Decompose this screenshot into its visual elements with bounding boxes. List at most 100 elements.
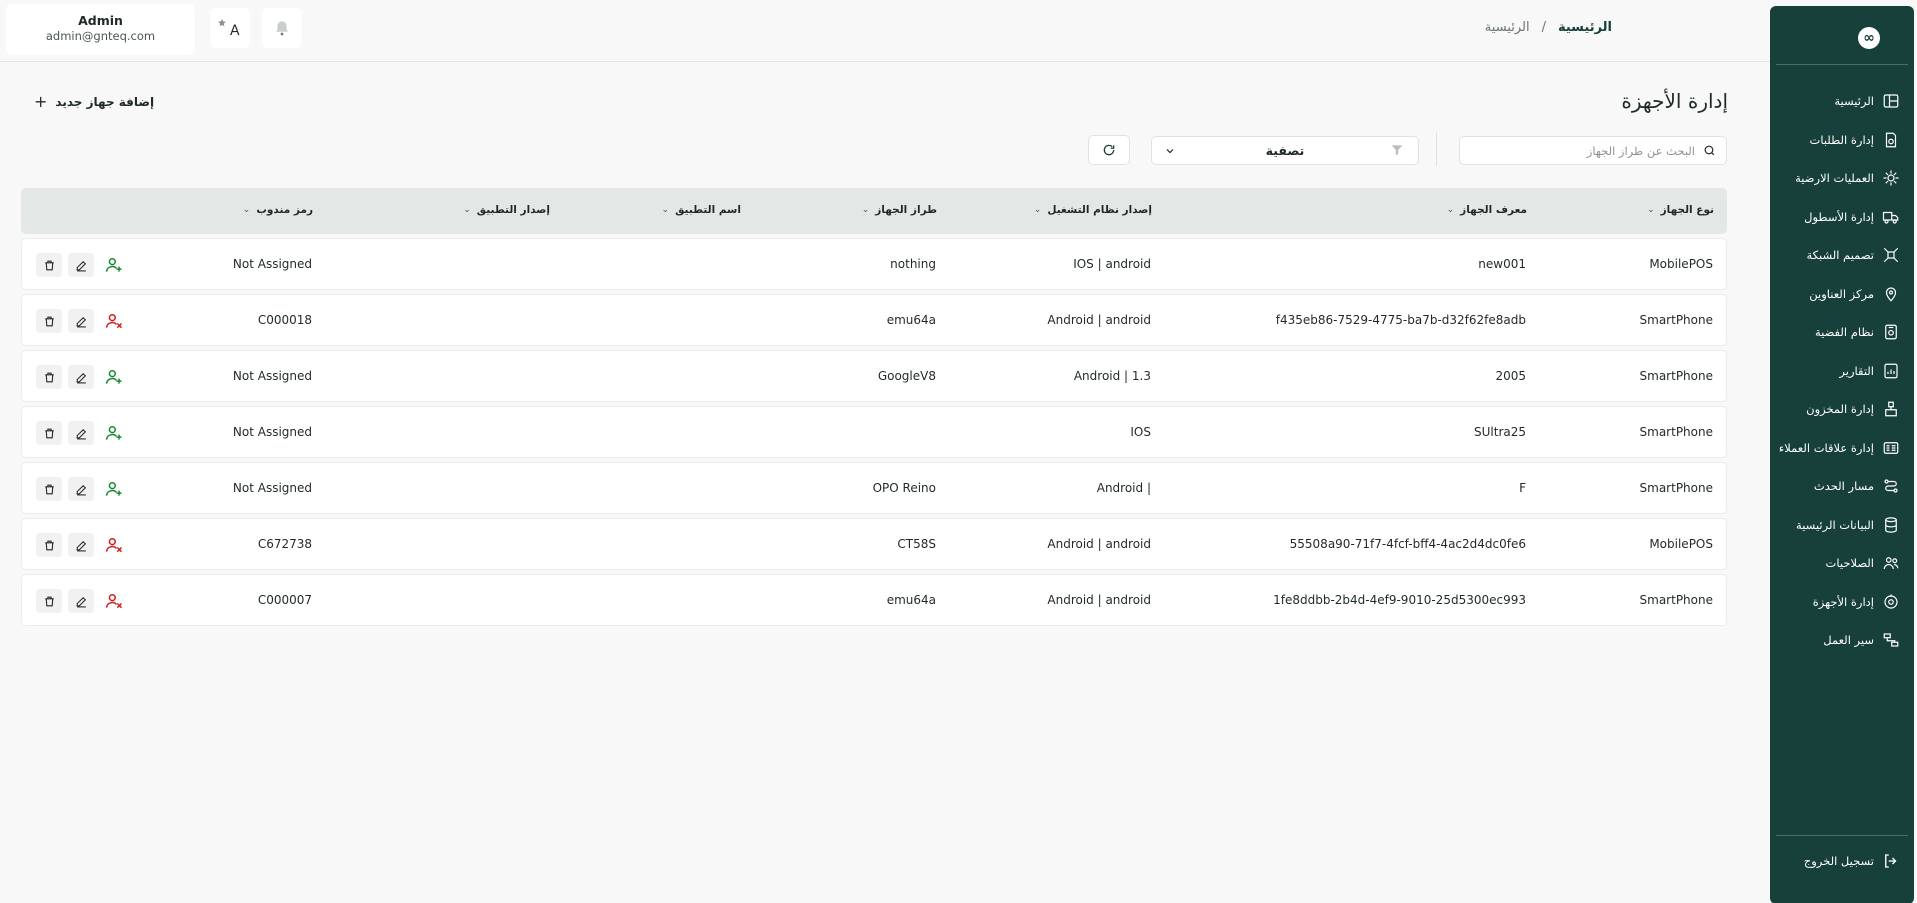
table-row[interactable]: SmartPhone f435eb86-7529-4775-ba7b-d32f62… (21, 294, 1727, 346)
cell-model: OPO Reino (872, 481, 936, 495)
cell-rep: C000007 (257, 593, 312, 607)
sort-chevron-icon: ⌄ (463, 205, 471, 215)
notifications-button[interactable] (262, 8, 302, 48)
report-icon (1884, 363, 1898, 379)
cell-type: SmartPhone (1639, 313, 1713, 327)
table-row[interactable]: SmartPhone F Android | OPO Reino Not Assigne… (21, 462, 1727, 514)
sidebar-item-network[interactable]: تصميم الشبكة (1770, 236, 1914, 275)
assign-rep-button[interactable] (100, 365, 128, 389)
search-icon (1704, 145, 1715, 156)
sidebar-item-truck[interactable]: إدارة الأسطول (1770, 198, 1914, 237)
edit-button[interactable] (68, 421, 94, 445)
row-actions (36, 477, 128, 501)
pencil-icon (76, 260, 86, 271)
edit-button[interactable] (68, 589, 94, 613)
table-row[interactable]: MobilePOS 55508a90-71f7-4fcf-bff4-4ac2d4d… (21, 518, 1727, 570)
pencil-icon (76, 596, 86, 607)
sidebar-item-label: تصميم الشبكة (1806, 248, 1874, 263)
sidebar-item-users[interactable]: الصلاحيات (1770, 544, 1914, 583)
edit-button[interactable] (68, 309, 94, 333)
delete-button[interactable] (36, 365, 62, 389)
assign-user-icon (105, 426, 122, 440)
table-row[interactable]: SmartPhone SUltra25 IOS Not Assigned (21, 406, 1727, 458)
search-input[interactable] (1485, 143, 1695, 158)
column-header[interactable]: رمز مندوب ⌄ (243, 204, 313, 216)
delete-button[interactable] (36, 309, 62, 333)
edit-button[interactable] (68, 533, 94, 557)
unassign-rep-button[interactable] (100, 533, 128, 557)
delete-button[interactable] (36, 533, 62, 557)
sidebar-item-case-system[interactable]: نظام الفضية (1770, 313, 1914, 352)
cell-os: Android | android (1047, 593, 1151, 607)
cell-id: SUltra25 (1474, 425, 1526, 439)
column-header[interactable]: نوع الجهاز ⌄ (1647, 204, 1714, 216)
cell-type: SmartPhone (1639, 481, 1713, 495)
sidebar-item-label: إدارة الطلبات (1809, 132, 1875, 147)
sidebar-item-inventory[interactable]: إدارة المخزون (1770, 390, 1914, 429)
column-header[interactable]: طراز الجهاز ⌄ (862, 204, 937, 216)
cell-rep: Not Assigned (232, 369, 312, 383)
sidebar-item-device[interactable]: إدارة الأجهزة (1770, 583, 1914, 622)
truck-icon (1882, 211, 1899, 224)
delete-button[interactable] (36, 589, 62, 613)
column-header[interactable]: إصدار نظام التشغيل ⌄ (1034, 204, 1152, 216)
language-button[interactable]: A (210, 8, 250, 48)
refresh-button[interactable] (1088, 135, 1130, 165)
logout-button[interactable]: تسجيل الخروج (1770, 846, 1914, 876)
assign-rep-button[interactable] (100, 477, 128, 501)
assign-rep-button[interactable] (100, 421, 128, 445)
breadcrumb-home-link[interactable]: الرئيسية (1485, 20, 1530, 35)
sidebar-item-layout[interactable]: الرئيسية (1770, 82, 1914, 121)
delete-button[interactable] (36, 477, 62, 501)
user-menu[interactable]: Admin admin@gnteq.com (6, 4, 195, 55)
cell-rep: C000018 (257, 313, 312, 327)
sidebar-item-report[interactable]: التقارير (1770, 352, 1914, 391)
column-header[interactable]: إصدار التطبيق ⌄ (463, 204, 550, 216)
edit-button[interactable] (68, 253, 94, 277)
breadcrumb-current: الرئيسية (1557, 20, 1612, 35)
cell-id: f435eb86-7529-4775-ba7b-d32f62fe8adb (1275, 313, 1526, 327)
filter-dropdown[interactable]: تصفية (1151, 136, 1419, 165)
edit-button[interactable] (68, 365, 94, 389)
assign-user-icon (105, 482, 122, 496)
edit-button[interactable] (68, 477, 94, 501)
column-header-label: نوع الجهاز (1660, 204, 1714, 216)
add-device-label: إضافة جهاز جديد (55, 94, 155, 109)
crm-icon (1883, 441, 1899, 454)
delete-button[interactable] (36, 421, 62, 445)
sidebar-item-label: التقارير (1839, 363, 1874, 378)
table-header: نوع الجهاز ⌄ معرف الجهاز ⌄ إصدار نظام التشغي… (21, 188, 1727, 234)
row-actions (36, 309, 128, 333)
logout-label: تسجيل الخروج (1803, 854, 1874, 868)
assign-rep-button[interactable] (100, 253, 128, 277)
row-actions (36, 589, 128, 613)
column-header[interactable]: اسم التطبيق ⌄ (662, 204, 741, 216)
top-header: Admin admin@gnteq.com A الرئيسية / الرئي… (0, 0, 1770, 62)
column-header-label: إصدار نظام التشغيل (1047, 204, 1152, 216)
unassign-rep-button[interactable] (100, 589, 128, 613)
sidebar-item-workflow[interactable]: سير العمل (1770, 621, 1914, 660)
unassign-rep-button[interactable] (100, 309, 128, 333)
table-row[interactable]: MobilePOS new001 IOS | android nothing Not A… (21, 238, 1727, 290)
column-header-label: إصدار التطبيق (476, 204, 550, 216)
sort-chevron-icon: ⌄ (661, 205, 670, 215)
sidebar-item-ground-operations[interactable]: العمليات الارضية (1770, 159, 1914, 198)
sidebar-item-database[interactable]: البيانات الرئيسية (1770, 506, 1914, 545)
table-row[interactable]: SmartPhone 1fe8ddbb-2b4d-4ef9-9010-25d530… (21, 574, 1727, 626)
logo-icon[interactable]: ∞ (1858, 27, 1880, 49)
sidebar-item-crm[interactable]: إدارة علاقات العملاء (1770, 429, 1914, 468)
sidebar-item-orders[interactable]: إدارة الطلبات (1770, 121, 1914, 160)
search-field[interactable] (1459, 136, 1727, 165)
user-name: Admin (78, 13, 123, 28)
table-row[interactable]: SmartPhone 2005 Android | 1.3 GoogleV8 Not A… (21, 350, 1727, 402)
cell-os: Android | 1.3 (1073, 369, 1151, 383)
row-actions (36, 533, 128, 557)
sidebar-item-location-pin[interactable]: مركز العناوين (1770, 275, 1914, 314)
sidebar-item-label: الرئيسية (1834, 94, 1874, 109)
translate-icon: A (218, 19, 240, 39)
delete-button[interactable] (36, 253, 62, 277)
sidebar-item-route[interactable]: مسار الحدث (1770, 467, 1914, 506)
inventory-icon (1885, 401, 1897, 417)
column-header[interactable]: معرف الجهاز ⌄ (1447, 204, 1527, 216)
add-device-button[interactable]: إضافة جهاز جديد + (34, 92, 154, 111)
